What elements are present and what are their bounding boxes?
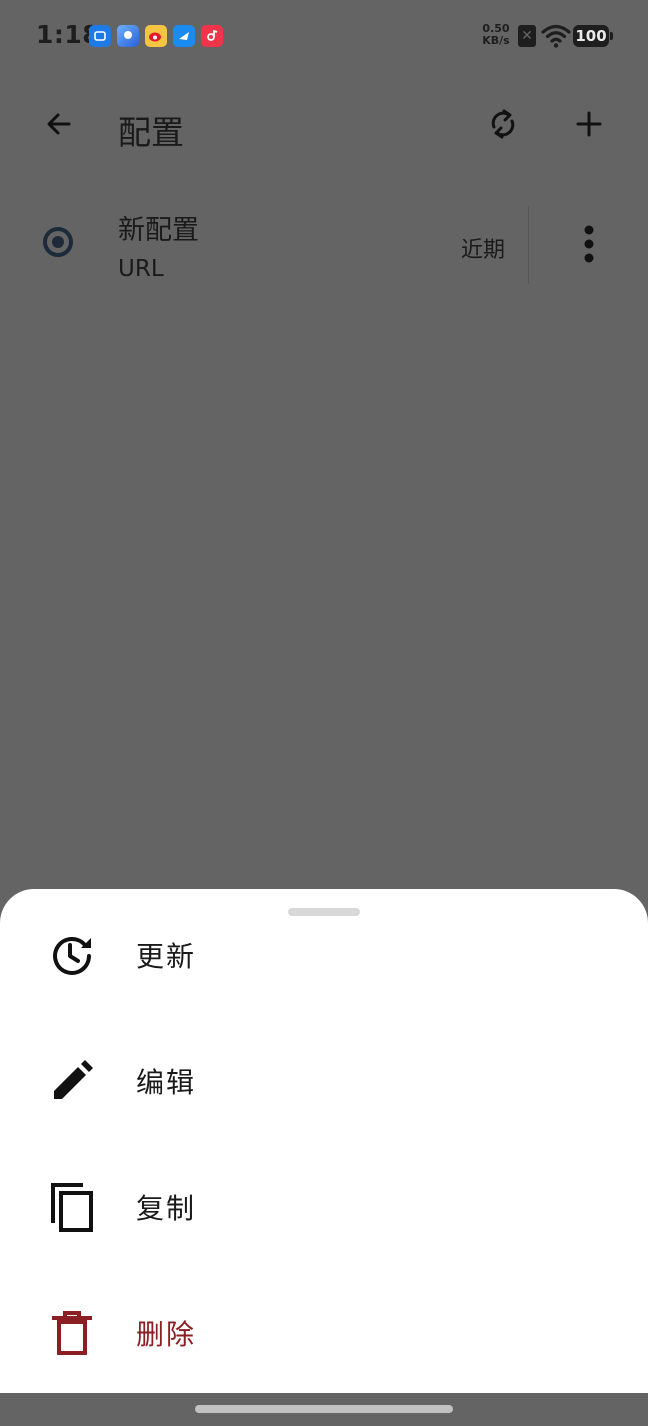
vertical-divider: [528, 206, 529, 284]
status-bar: 1:18 0.50 KB/s ✕ 100: [0, 0, 648, 72]
profile-name: 新配置: [118, 215, 199, 246]
sync-icon: [491, 109, 515, 139]
more-options-button[interactable]: [565, 220, 613, 268]
app-notification-icon-4: [173, 25, 195, 47]
more-vert-icon: [584, 225, 594, 263]
plus-icon: [576, 111, 602, 137]
profile-radio-button[interactable]: [43, 227, 73, 257]
back-button[interactable]: [35, 100, 83, 148]
copy-icon: [51, 1183, 93, 1232]
bottom-sheet: 更新 编辑 复制 删除: [0, 889, 648, 1393]
add-button[interactable]: [565, 100, 613, 148]
arrow-back-icon: [47, 113, 71, 135]
no-sim-icon: ✕: [518, 25, 536, 47]
app-notification-icon-1: [89, 25, 111, 47]
battery-indicator: 100: [573, 25, 613, 47]
profile-list-item[interactable]: 新配置 URL 近期: [0, 192, 648, 296]
sync-button[interactable]: [479, 100, 527, 148]
trash-icon: [52, 1311, 92, 1355]
sheet-item-edit[interactable]: 编辑: [0, 1029, 648, 1129]
sheet-item-update[interactable]: 更新: [0, 903, 648, 1003]
sheet-item-label: 编辑: [136, 1066, 197, 1099]
app-notification-icon-5: [201, 25, 223, 47]
weibo-icon: [145, 25, 167, 47]
top-app-bar: 配置: [0, 88, 648, 164]
network-speed: 0.50 KB/s: [480, 23, 512, 47]
wifi-icon: [541, 24, 571, 48]
sheet-item-label: 更新: [136, 940, 197, 973]
sheet-item-copy[interactable]: 复制: [0, 1155, 648, 1255]
sheet-item-delete[interactable]: 删除: [0, 1281, 648, 1381]
sheet-item-label: 复制: [136, 1192, 197, 1225]
page-title: 配置: [118, 113, 184, 152]
update-clock-icon: [53, 937, 91, 975]
profile-type: URL: [118, 256, 164, 282]
pencil-icon: [54, 1060, 93, 1099]
home-indicator[interactable]: [195, 1405, 453, 1413]
profile-updated-time: 近期: [461, 238, 506, 263]
network-speed-unit: KB/s: [482, 34, 510, 47]
sheet-item-label: 删除: [136, 1318, 197, 1351]
app-notification-icon-2: [117, 25, 139, 47]
